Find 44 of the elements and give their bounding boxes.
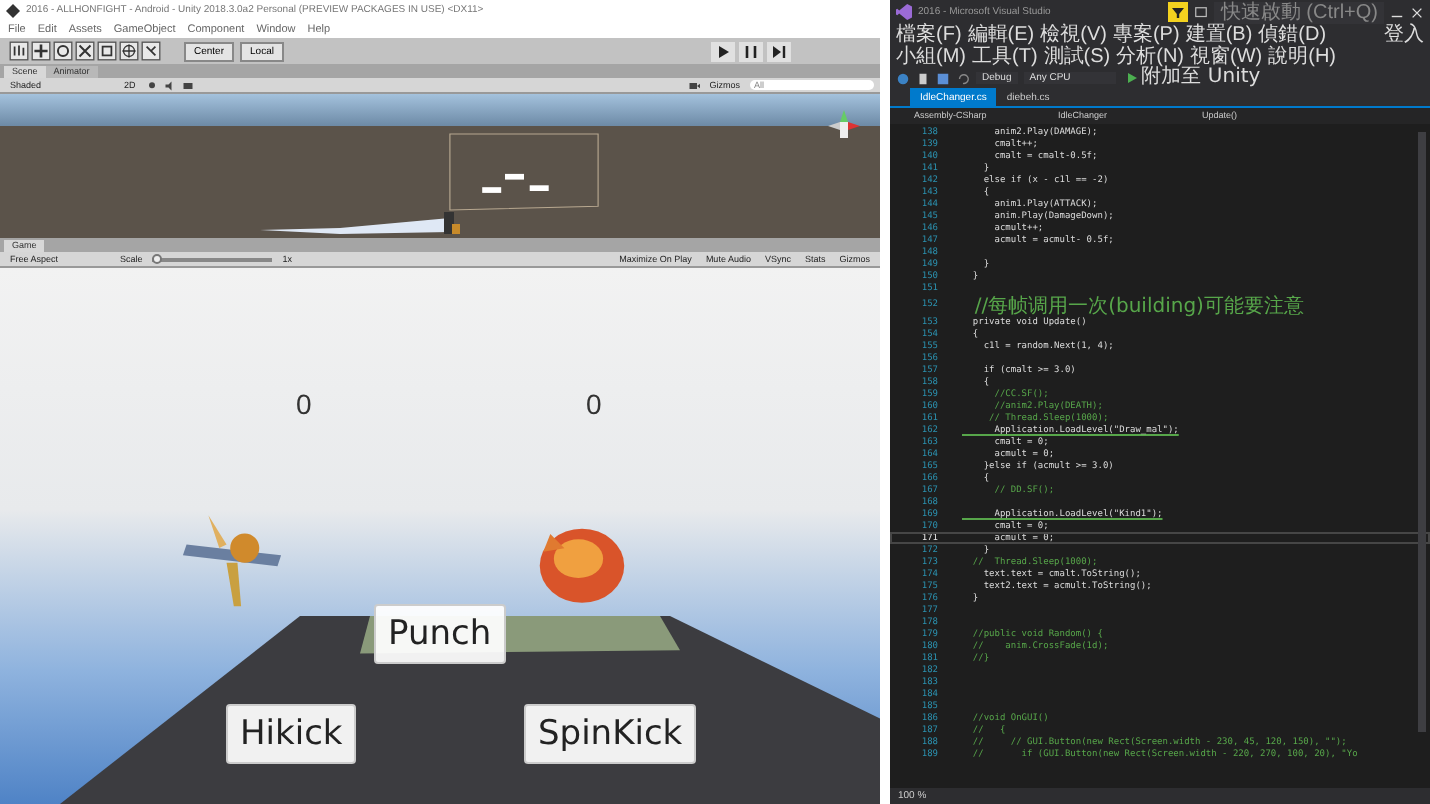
light-icon[interactable] — [145, 79, 158, 91]
menu-item[interactable]: 分析(N) — [1116, 46, 1185, 68]
menu-item[interactable]: 檢視(V) — [1040, 24, 1107, 46]
code-line: //每帧调用一次(building)可能要注意 — [972, 293, 1304, 317]
menu-item[interactable]: 測試(S) — [1043, 46, 1111, 68]
attack-button[interactable]: SpinKick — [524, 704, 697, 764]
undo-icon[interactable] — [956, 71, 970, 85]
transform-tool-icon[interactable] — [118, 40, 140, 62]
camera-icon[interactable] — [687, 79, 700, 91]
rect-tool-icon[interactable] — [96, 40, 118, 62]
new-file-icon[interactable] — [916, 71, 930, 85]
quick-launch-field[interactable]: 快速啟動 (Ctrl+Q) — [1214, 1, 1384, 23]
filter-icon[interactable] — [1168, 2, 1189, 22]
sign-in-link[interactable]: 登入 — [1384, 24, 1424, 46]
hand-tool-icon[interactable] — [8, 40, 30, 62]
attack-button[interactable]: Punch — [374, 604, 506, 664]
step-icon[interactable] — [765, 41, 792, 61]
menu-item[interactable]: 建置(B) — [1185, 24, 1253, 46]
pause-icon[interactable] — [737, 41, 764, 61]
move-tool-icon[interactable] — [30, 40, 52, 62]
score-text: 0 — [586, 388, 602, 420]
custom-tool-icon[interactable] — [140, 40, 162, 62]
visual-studio-logo-icon — [896, 4, 912, 20]
menu-item[interactable]: 說明(H) — [1268, 46, 1337, 68]
menu-item[interactable]: 偵錯(D) — [1258, 24, 1327, 46]
effects-icon[interactable] — [181, 79, 194, 91]
menu-item[interactable]: 視窗(W) — [1190, 46, 1263, 68]
attach-button[interactable]: 附加至 Unity — [1121, 68, 1265, 88]
menu-item[interactable]: 檔案(F) — [896, 24, 962, 46]
save-icon[interactable] — [936, 71, 950, 85]
feedback-icon[interactable] — [1194, 5, 1209, 19]
menu-item[interactable]: 專案(P) — [1112, 24, 1180, 46]
slider-thumb[interactable] — [152, 253, 163, 263]
attack-button[interactable]: Hikick — [226, 704, 357, 764]
rotate-tool-icon[interactable] — [52, 40, 74, 62]
scale-tool-icon[interactable] — [74, 40, 96, 62]
close-icon[interactable] — [1410, 5, 1424, 19]
play-icon[interactable] — [709, 41, 736, 61]
back-icon[interactable] — [896, 71, 910, 85]
play-icon — [1125, 72, 1138, 84]
menu-item[interactable]: 編輯(E) — [967, 24, 1035, 46]
score-text: 0 — [296, 388, 312, 420]
menu-item[interactable]: 小組(M) — [896, 46, 966, 68]
menu-item[interactable]: 工具(T) — [972, 46, 1038, 68]
